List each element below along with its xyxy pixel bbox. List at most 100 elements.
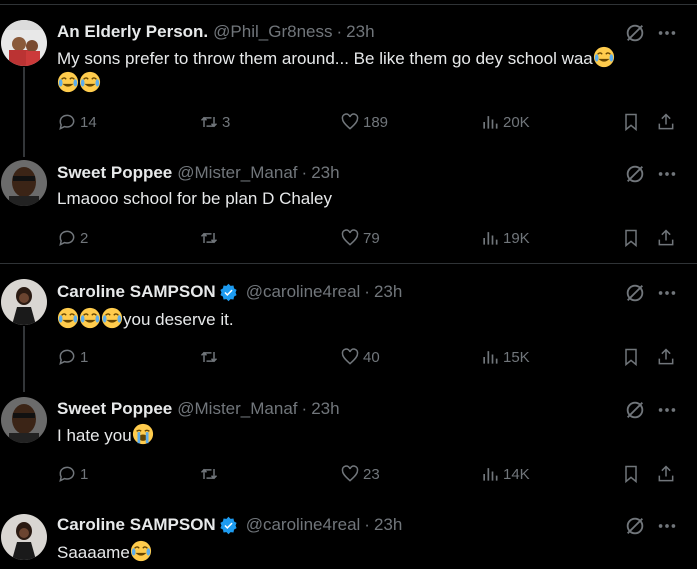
avatar[interactable] <box>1 514 47 560</box>
display-name[interactable]: Caroline SAMPSON <box>57 515 216 535</box>
share-icon <box>658 113 674 130</box>
verified-badge-icon <box>219 516 238 535</box>
like-button[interactable]: 79 <box>340 226 380 250</box>
views-button[interactable]: 20K <box>480 110 530 134</box>
share-button[interactable] <box>656 345 679 369</box>
retweet-icon <box>200 116 218 128</box>
display-name[interactable]: An Elderly Person. <box>57 22 208 42</box>
separator-dot: · <box>364 515 370 534</box>
share-button[interactable] <box>656 462 679 486</box>
views-count: 14K <box>503 465 530 483</box>
handle[interactable]: @Mister_Manaf <box>177 163 297 183</box>
tweet-1[interactable]: An Elderly Person. @Phil_Gr8ness · 23h M… <box>0 5 697 157</box>
tweet-2[interactable]: Sweet Poppee @Mister_Manaf · 23h Lmaooo … <box>0 146 697 263</box>
bookmark-button[interactable] <box>621 110 644 134</box>
bookmark-icon <box>625 348 637 367</box>
reply-icon <box>59 349 75 366</box>
tweet-3[interactable]: Caroline SAMPSON @caroline4real · 23h yo… <box>0 263 697 392</box>
reply-icon <box>59 114 75 131</box>
reply-icon <box>59 466 75 483</box>
more-icon[interactable] <box>656 22 678 44</box>
more-icon[interactable] <box>656 282 678 304</box>
joy-emoji <box>101 307 123 329</box>
tweet-4[interactable]: Sweet Poppee @Mister_Manaf · 23h I hate … <box>0 382 697 498</box>
views-button[interactable]: 15K <box>480 345 530 369</box>
bookmark-icon <box>625 229 637 248</box>
avatar[interactable] <box>1 160 47 206</box>
tweet-header: Caroline SAMPSON @caroline4real · 23h <box>57 281 402 303</box>
tweet-header: Caroline SAMPSON @caroline4real · 23h <box>57 514 402 536</box>
more-icon[interactable] <box>656 399 678 421</box>
timestamp[interactable]: 23h <box>311 399 339 419</box>
tweet-text-content: you deserve it. <box>123 310 234 329</box>
views-count: 19K <box>503 229 530 247</box>
avatar[interactable] <box>1 397 47 443</box>
grok-icon[interactable] <box>624 22 646 44</box>
reply-button[interactable]: 1 <box>57 462 88 486</box>
handle[interactable]: @Phil_Gr8ness <box>213 22 332 42</box>
reply-count: 14 <box>80 113 97 131</box>
views-button[interactable]: 19K <box>480 226 530 250</box>
sob-emoji <box>132 423 154 445</box>
grok-icon[interactable] <box>624 515 646 537</box>
more-icon[interactable] <box>656 163 678 185</box>
avatar[interactable] <box>1 20 47 66</box>
tweet-header: Sweet Poppee @Mister_Manaf · 23h <box>57 162 340 184</box>
action-bar: 1 40 15K <box>57 345 687 369</box>
tweet-5[interactable]: Caroline SAMPSON @caroline4real · 23h Sa… <box>0 498 697 567</box>
more-icon[interactable] <box>656 515 678 537</box>
display-name[interactable]: Caroline SAMPSON <box>57 282 216 302</box>
like-button[interactable]: 189 <box>340 110 388 134</box>
views-count: 20K <box>503 113 530 131</box>
tweet-text: you deserve it. <box>57 307 667 332</box>
heart-icon <box>341 229 359 246</box>
verified-badge-icon <box>219 283 238 302</box>
handle[interactable]: @Mister_Manaf <box>177 399 297 419</box>
timestamp[interactable]: 23h <box>374 282 402 302</box>
heart-icon <box>341 348 359 365</box>
heart-icon <box>341 113 359 130</box>
heart-icon <box>341 465 359 482</box>
tweet-text: Saaaame <box>57 540 667 565</box>
handle[interactable]: @caroline4real <box>246 515 361 535</box>
timestamp[interactable]: 23h <box>374 515 402 535</box>
bookmark-icon <box>625 113 637 132</box>
bookmark-button[interactable] <box>621 462 644 486</box>
share-button[interactable] <box>656 226 679 250</box>
retweet-button[interactable]: 3 <box>199 110 230 134</box>
reply-button[interactable]: 14 <box>57 110 97 134</box>
grok-icon[interactable] <box>624 163 646 185</box>
tweet-text-content: Lmaooo school for be plan D Chaley <box>57 189 332 208</box>
views-button[interactable]: 14K <box>480 462 530 486</box>
display-name[interactable]: Sweet Poppee <box>57 163 172 183</box>
grok-icon[interactable] <box>624 399 646 421</box>
reply-button[interactable]: 2 <box>57 226 88 250</box>
tweet-text: Lmaooo school for be plan D Chaley <box>57 187 667 211</box>
retweet-button[interactable] <box>199 462 222 486</box>
timestamp[interactable]: 23h <box>311 163 339 183</box>
bookmark-button[interactable] <box>621 345 644 369</box>
avatar[interactable] <box>1 279 47 325</box>
action-bar: 1 23 14K <box>57 462 687 486</box>
thread-line <box>23 67 25 157</box>
handle[interactable]: @caroline4real <box>246 282 361 302</box>
tweet-text-content: Saaaame <box>57 543 130 562</box>
retweet-button[interactable] <box>199 345 222 369</box>
reply-count: 1 <box>80 348 89 366</box>
joy-emoji <box>57 307 79 329</box>
retweet-count: 3 <box>222 113 231 131</box>
share-button[interactable] <box>656 110 679 134</box>
grok-icon[interactable] <box>624 282 646 304</box>
joy-emoji <box>130 540 152 562</box>
timestamp[interactable]: 23h <box>346 22 374 42</box>
share-icon <box>658 465 674 482</box>
like-button[interactable]: 23 <box>340 462 380 486</box>
retweet-button[interactable] <box>199 226 222 250</box>
tweet-header: Sweet Poppee @Mister_Manaf · 23h <box>57 398 340 420</box>
tweet-header: An Elderly Person. @Phil_Gr8ness · 23h <box>57 21 375 43</box>
display-name[interactable]: Sweet Poppee <box>57 399 172 419</box>
retweet-icon <box>200 351 218 363</box>
bookmark-button[interactable] <box>621 226 644 250</box>
like-button[interactable]: 40 <box>340 345 380 369</box>
reply-button[interactable]: 1 <box>57 345 88 369</box>
